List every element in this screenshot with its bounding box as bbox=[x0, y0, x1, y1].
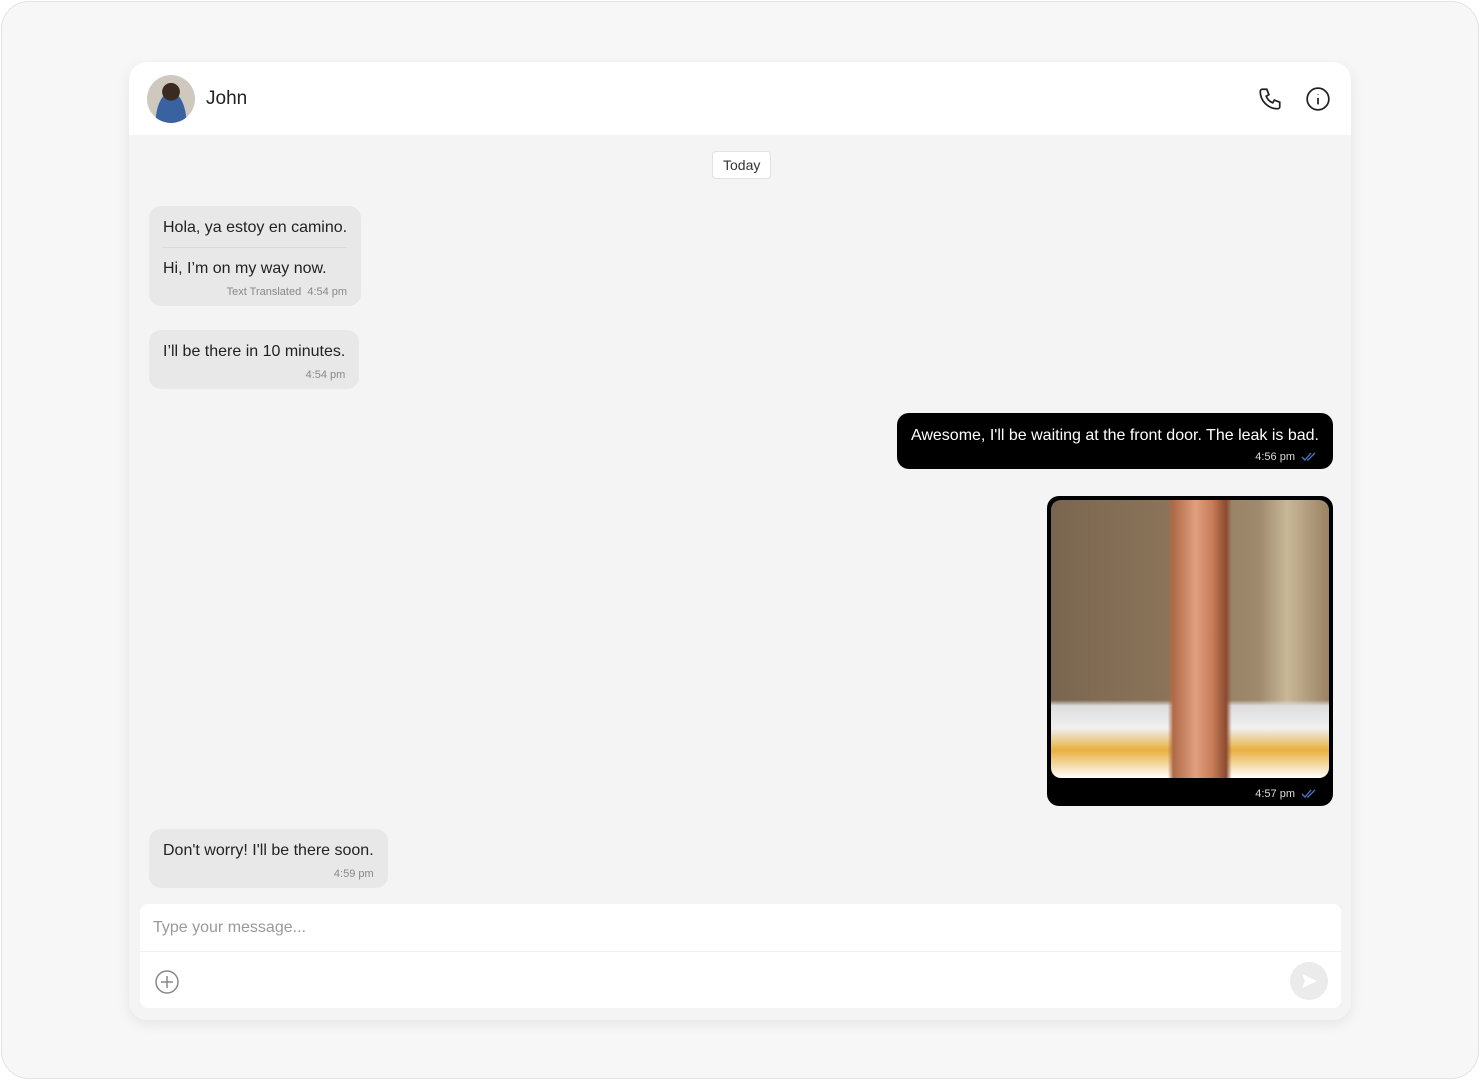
contact-name[interactable]: John bbox=[206, 88, 247, 110]
double-check-icon bbox=[1301, 789, 1316, 798]
info-icon[interactable] bbox=[1305, 86, 1331, 112]
add-attachment-icon[interactable] bbox=[155, 970, 179, 994]
outgoing-image-message[interactable]: 4:57 pm bbox=[1047, 496, 1333, 806]
message-time: 4:54 pm bbox=[307, 286, 348, 298]
composer bbox=[140, 904, 1341, 1008]
translated-text: Hi, I’m on my way now. bbox=[163, 260, 327, 277]
chat-header: John bbox=[129, 62, 1351, 135]
incoming-message: I’ll be there in 10 minutes. 4:54 pm bbox=[149, 330, 360, 389]
message-text: I’ll be there in 10 minutes. bbox=[163, 343, 346, 360]
send-icon bbox=[1302, 974, 1317, 988]
message-time: 4:56 pm bbox=[1255, 451, 1295, 463]
message-input[interactable] bbox=[140, 904, 1341, 952]
avatar[interactable] bbox=[147, 74, 195, 123]
phone-icon[interactable] bbox=[1257, 86, 1283, 112]
double-check-icon bbox=[1301, 452, 1316, 461]
translated-label: Text Translated bbox=[226, 286, 302, 298]
incoming-message: Hola, ya estoy en camino. Hi, I’m on my … bbox=[149, 206, 362, 306]
message-time: 4:59 pm bbox=[333, 868, 374, 880]
outgoing-message: Awesome, I'll be waiting at the front do… bbox=[896, 413, 1333, 469]
message-text: Awesome, I'll be waiting at the front do… bbox=[910, 427, 1319, 444]
message-time: 4:54 pm bbox=[305, 369, 346, 381]
chat-panel: John Today Hola, ya estoy en camino. Hi,… bbox=[129, 62, 1351, 1020]
divider bbox=[163, 247, 348, 248]
date-chip: Today bbox=[712, 151, 772, 179]
message-time: 4:57 pm bbox=[1255, 788, 1295, 800]
send-button[interactable] bbox=[1290, 962, 1328, 1000]
message-text: Don't worry! I'll be there soon. bbox=[163, 842, 374, 859]
leaking-pipe-photo[interactable] bbox=[1051, 500, 1329, 778]
incoming-message: Don't worry! I'll be there soon. 4:59 pm bbox=[149, 829, 388, 888]
message-text: Hola, ya estoy en camino. bbox=[163, 219, 348, 236]
